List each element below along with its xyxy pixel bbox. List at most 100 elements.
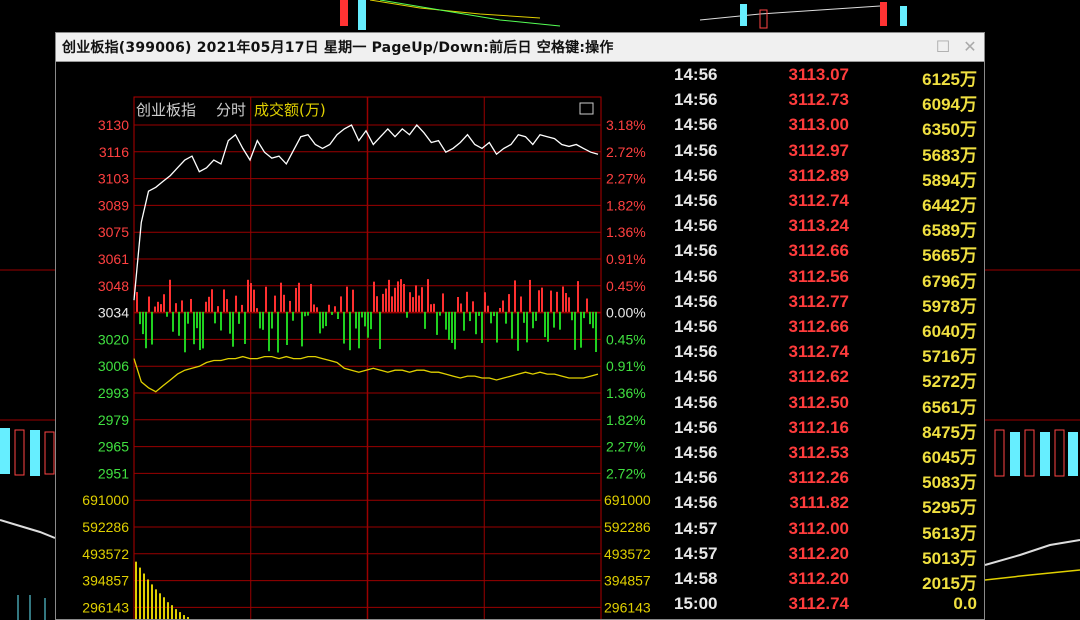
volume-tick-label: 592286: [82, 519, 129, 535]
tick-time: 14:56: [674, 291, 718, 311]
tick-price: 3113.00: [788, 115, 849, 135]
volume-tick-label: 691000: [82, 492, 129, 508]
tick-row: 14:56 3112.62 5272万: [671, 367, 984, 392]
tick-price: 3112.74: [788, 594, 849, 614]
tick-volume: 5083万: [922, 473, 977, 493]
tick-row: 14:56 3112.77 5978万: [671, 292, 984, 317]
price-tick-label: 3089: [98, 197, 129, 213]
intraday-detail-dialog: 创业板指(399006) 2021年05月17日 星期一 PageUp/Down…: [55, 32, 985, 620]
tick-time: 14:56: [674, 65, 718, 84]
tick-price: 3112.74: [788, 342, 849, 362]
percent-tick-label: 2.72%: [606, 144, 646, 160]
volume-tick-label: 493572: [82, 546, 129, 562]
volume-tick-label-right: 394857: [604, 573, 651, 589]
tick-price: 3112.50: [788, 392, 849, 412]
dialog-titlebar[interactable]: 创业板指(399006) 2021年05月17日 星期一 PageUp/Down…: [56, 33, 984, 62]
percent-tick-label: 3.18%: [606, 117, 646, 133]
tick-volume: 5665万: [922, 246, 977, 266]
tick-price: 3112.26: [788, 468, 849, 488]
tick-time: 14:56: [674, 317, 718, 336]
tick-row: 14:56 3112.56 6796万: [671, 267, 984, 292]
mode-label: 分时: [216, 101, 246, 119]
tick-time: 14:56: [674, 216, 718, 236]
price-tick-label: 3048: [98, 278, 129, 294]
volume-tick-label-right: 493572: [604, 546, 651, 562]
tick-price: 3112.73: [788, 90, 849, 110]
tick-row: 14:57 3112.00 5613万: [671, 519, 984, 544]
volume-tick-label: 394857: [82, 573, 129, 589]
percent-tick-label: 1.36%: [606, 224, 646, 240]
panel-toggle-icon: [579, 102, 594, 115]
tick-row: 14:56 3112.74 5716万: [671, 342, 984, 367]
price-tick-label: 2951: [98, 465, 129, 481]
price-tick-label: 2993: [98, 385, 129, 401]
volume-tick-label-right: 296143: [604, 599, 651, 615]
tick-price: 3112.74: [788, 191, 849, 210]
tick-volume: 0.0: [953, 594, 977, 614]
tick-price: 3112.53: [788, 443, 849, 462]
maximize-button[interactable]: ☐: [932, 36, 954, 58]
price-tick-label: 2965: [98, 439, 129, 455]
percent-tick-label: 1.82%: [606, 412, 646, 428]
tick-volume: 2015万: [922, 574, 977, 593]
tick-row: 14:56 3112.26 5083万: [671, 468, 984, 493]
tick-volume: 5013万: [922, 548, 977, 568]
tick-price: 3112.66: [788, 241, 849, 261]
tick-row: 14:56 3112.50 6561万: [671, 393, 984, 418]
tick-price: 3112.56: [788, 266, 849, 286]
tick-volume: 6561万: [922, 397, 977, 417]
tick-time: 14:56: [674, 342, 718, 362]
tick-volume: 5978万: [922, 296, 977, 316]
price-tick-label: 3103: [98, 171, 129, 187]
tick-volume: 6040万: [922, 322, 977, 341]
price-tick-label: 3130: [98, 117, 129, 133]
volume-label: 成交额(万): [254, 101, 326, 119]
percent-tick-label: 0.00%: [606, 305, 646, 321]
percent-tick-label: 0.45%: [606, 278, 646, 294]
tick-volume: 6589万: [922, 221, 977, 241]
tick-time: 15:00: [674, 594, 718, 614]
tick-volume: 5716万: [922, 347, 977, 367]
tick-price: 3112.20: [788, 569, 849, 588]
tick-time: 14:56: [674, 417, 718, 437]
tick-row: 14:58 3112.20 2015万: [671, 569, 984, 594]
tick-row: 14:56 3113.07 6125万: [671, 65, 984, 90]
tick-volume: 5894万: [922, 170, 977, 190]
index-price-line: [133, 123, 599, 301]
tick-time: 14:56: [674, 493, 718, 513]
tick-row: 15:00 3112.74 0.0: [671, 594, 984, 619]
tick-volume: 5295万: [922, 498, 977, 518]
close-button[interactable]: ✕: [959, 36, 981, 58]
price-tick-label: 3034: [98, 305, 129, 321]
price-tick-label: 3075: [98, 224, 129, 240]
tick-time: 14:56: [674, 115, 718, 135]
volume-tick-label: 296143: [82, 599, 129, 615]
tick-time: 14:56: [674, 266, 718, 286]
tick-time: 14:57: [674, 518, 718, 538]
volume-tick-label-right: 592286: [604, 519, 651, 535]
tick-volume: 5613万: [922, 523, 977, 543]
tick-volume: 6796万: [922, 271, 977, 291]
tick-price: 3112.89: [788, 165, 849, 185]
tick-row: 14:56 3111.82 5295万: [671, 493, 984, 518]
price-tick-label: 2979: [98, 412, 129, 428]
tick-row: 14:56 3112.73 6094万: [671, 90, 984, 115]
tick-row: 14:56 3112.16 8475万: [671, 418, 984, 443]
tick-list: 14:56 3113.07 6125万 14:56 3112.73 6094万 14:56 3…: [671, 61, 984, 619]
tick-price: 3112.62: [788, 367, 849, 387]
tick-row: 14:56 3112.66 6040万: [671, 317, 984, 342]
price-tick-label: 3061: [98, 251, 129, 267]
percent-tick-label: 2.27%: [606, 439, 646, 455]
tick-price: 3112.97: [788, 140, 849, 160]
percent-tick-label: 0.91%: [606, 251, 646, 267]
intraday-chart: 创业板指 分时 成交额(万) 3130 3.18% 3116 2.72% 3103 2.27% 3…: [82, 96, 651, 619]
tick-time: 14:56: [674, 90, 718, 110]
percent-tick-label: 2.27%: [606, 171, 646, 187]
tick-price: 3112.00: [788, 518, 849, 538]
percent-tick-label: 1.36%: [606, 385, 646, 401]
tick-time: 14:56: [674, 241, 718, 261]
tick-price: 3113.07: [788, 65, 849, 84]
leading-index-line: [133, 355, 599, 393]
price-tick-label: 3020: [98, 331, 129, 347]
tick-volume: 6350万: [922, 120, 977, 140]
